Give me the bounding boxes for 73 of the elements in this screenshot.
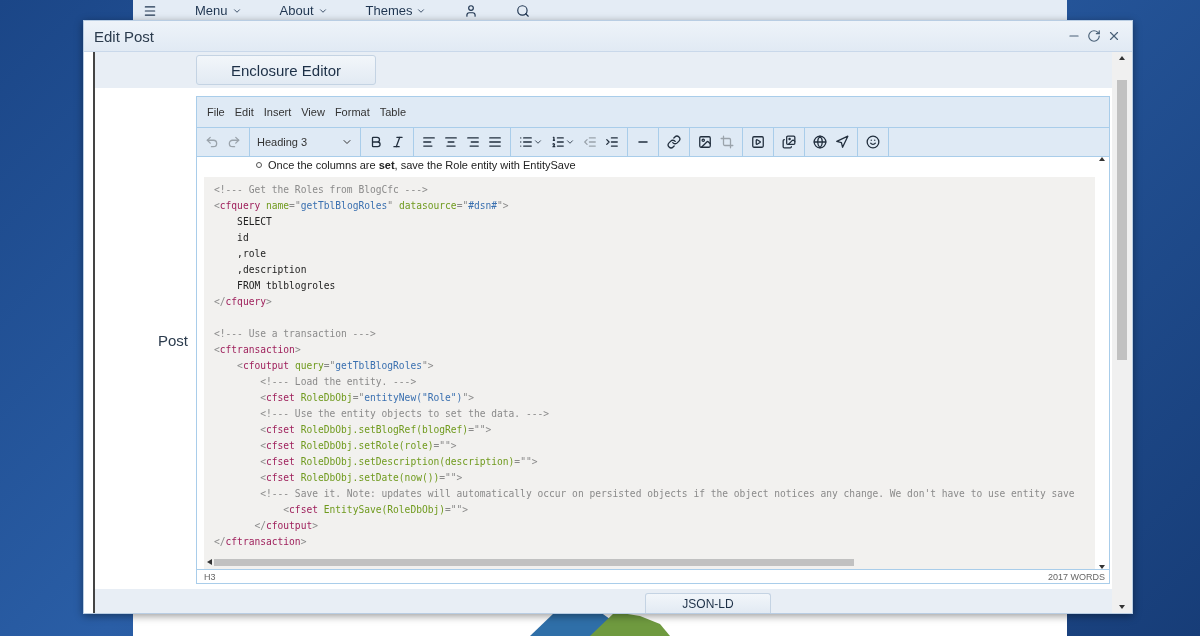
align-left-icon — [422, 135, 436, 149]
numbered-list-icon — [551, 135, 565, 149]
nav-link[interactable]: Menu — [195, 3, 228, 18]
code-comment: <!--- Use a transaction ---> — [214, 327, 377, 341]
arrow-left-icon[interactable] — [207, 559, 212, 565]
menubar-entry[interactable]: View — [297, 106, 329, 118]
align-right-icon — [466, 135, 480, 149]
json-ld-button[interactable]: JSON-LD — [645, 593, 771, 613]
code-line: </cfquery> — [214, 295, 273, 309]
code-line: id — [236, 231, 250, 245]
user-icon[interactable] — [464, 3, 479, 18]
menubar-entry[interactable]: Format — [330, 106, 374, 118]
align-justify-icon — [488, 135, 502, 149]
outdent-icon — [583, 135, 597, 149]
caret-icon[interactable] — [533, 137, 543, 147]
undo-icon — [205, 135, 219, 149]
caret-icon[interactable] — [565, 137, 575, 147]
code-line: <cfoutput query="getTblBlogRoles"> — [236, 359, 435, 373]
code-comment: <!--- Save it. Note: updates will automatically occur on persisted objects if the object notices any change. We don't have to use entity save — [259, 487, 1076, 501]
code-line: </cfoutput> — [253, 519, 319, 533]
crop-icon — [720, 135, 734, 149]
code-line: <cfquery name="getTblBlogRoles" datasource="#dsn#"> — [214, 199, 510, 213]
code-line: <cfset RoleDbObj.setBlogRef(blogRef)=""> — [259, 423, 493, 437]
play-icon — [751, 135, 765, 149]
dialog-scrollbar[interactable] — [1112, 52, 1132, 613]
italic-icon — [391, 135, 405, 149]
code-line: <cfset RoleDbObj.setDescription(description)=""> — [259, 455, 539, 469]
link-button[interactable] — [664, 133, 684, 151]
nav-link[interactable]: Themes — [365, 3, 413, 18]
close-icon — [1107, 29, 1121, 43]
arrow-down-icon[interactable] — [1099, 565, 1105, 569]
menubar-entry[interactable]: Table — [375, 106, 410, 118]
image-icon — [698, 135, 712, 149]
bullet-text: Once the columns are set, save the Role entity with EntitySave — [268, 159, 576, 171]
word-count: 2017 WORDS — [1047, 571, 1105, 582]
navigation-arrow-icon — [835, 135, 849, 149]
gallery-icon — [782, 135, 796, 149]
indent-icon — [605, 135, 619, 149]
bold-icon — [369, 135, 383, 149]
align-center-icon — [444, 135, 458, 149]
redo-icon — [227, 135, 241, 149]
code-comment: <!--- Use the entity objects to set the data. ---> — [259, 407, 550, 421]
field-label: Post — [158, 331, 188, 349]
menubar-entry[interactable]: Edit — [230, 106, 258, 118]
link-icon — [667, 135, 681, 149]
dialog-title: Edit Post — [94, 27, 156, 45]
refresh-icon — [1087, 29, 1101, 43]
code-line: <cfset RoleDbObj.setRole(role)=""> — [259, 439, 458, 453]
enclosure-editor-button[interactable]: Enclosure Editor — [196, 55, 376, 85]
code-line: <cfset RoleDbObj.setDate(now())=""> — [259, 471, 464, 485]
code-line: ,description — [236, 263, 308, 277]
code-comment: <!--- Get the Roles from BlogCfc ---> — [214, 183, 429, 197]
globe-icon — [813, 135, 827, 149]
arrow-up-icon[interactable] — [1119, 56, 1125, 60]
block-format-select[interactable]: Heading 3 — [255, 136, 355, 148]
element-path: H3 — [204, 571, 216, 582]
menu-icon[interactable] — [143, 3, 157, 18]
menubar-entry[interactable]: Insert — [259, 106, 296, 118]
code-line: <cfset EntitySave(RoleDbObj)=""> — [282, 503, 470, 517]
bullet-list-icon — [519, 135, 533, 149]
code-line: </cftransaction> — [214, 535, 308, 549]
code-line: ,role — [236, 247, 267, 261]
nav-link[interactable]: About — [279, 3, 314, 18]
code-line: <cfset RoleDbObj="entityNew("Role")"> — [259, 391, 475, 405]
code-comment: <!--- Load the entity. ---> — [259, 375, 418, 389]
smiley-icon — [866, 135, 880, 149]
code-line: FROM tblblogroles — [236, 279, 337, 293]
menubar-entry[interactable]: File — [203, 106, 229, 118]
arrow-up-icon[interactable] — [1099, 157, 1105, 161]
code-line: SELECT — [236, 215, 273, 229]
arrow-down-icon[interactable] — [1119, 605, 1125, 609]
search-icon[interactable] — [516, 3, 531, 18]
code-line: <cftransaction> — [214, 343, 302, 357]
